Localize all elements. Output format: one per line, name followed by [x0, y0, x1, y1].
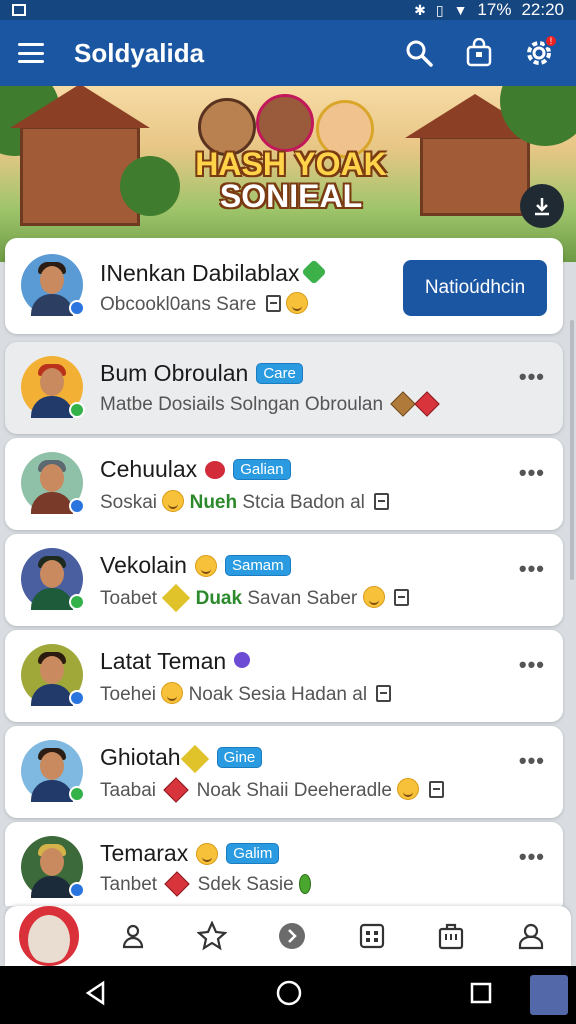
banner-title: HASH YOAK SONIEAL: [195, 146, 387, 214]
more-options-button[interactable]: •••: [519, 652, 545, 678]
home-icon[interactable]: [275, 979, 303, 1012]
status-bar: ✱ ▯ ▼ 17% 22:20: [0, 0, 576, 20]
notification-badge: !: [544, 34, 558, 48]
app-bar: Soldyalida !: [0, 20, 576, 86]
notification-action-button[interactable]: Natioúdhcin: [403, 260, 547, 316]
verified-icon: [301, 259, 328, 285]
verified-badge: [69, 882, 85, 898]
menu-icon[interactable]: [18, 43, 44, 63]
shopping-bag-icon[interactable]: [464, 37, 494, 68]
contact-subtitle: Obcookl0ans Sare: [100, 294, 257, 315]
scrollbar[interactable]: [570, 320, 574, 580]
download-icon: [535, 198, 549, 216]
search-icon[interactable]: [404, 38, 434, 68]
document-icon: [393, 589, 409, 606]
list-item[interactable]: Vekolain Samam Toabet Duak Savan Saber ••…: [5, 534, 563, 626]
verified-badge: [69, 690, 85, 706]
avatar: [21, 548, 85, 610]
smile-emoji-icon: [285, 292, 308, 314]
contact-tag: Galim: [226, 843, 280, 864]
document-icon: [265, 295, 281, 312]
app-title: Soldyalida: [74, 37, 205, 68]
more-options-button[interactable]: •••: [519, 748, 545, 774]
bottom-navigation: [5, 906, 571, 966]
contact-name: Temarax: [100, 840, 189, 866]
system-navigation-bar: [0, 966, 576, 1024]
smile-emoji-icon: [196, 843, 219, 865]
more-options-button[interactable]: •••: [519, 460, 545, 486]
list-item[interactable]: Temarax Galim Tanbet Sdek Sasie •••: [5, 822, 563, 906]
play-icon[interactable]: [275, 919, 309, 953]
contact-tag: Galian: [233, 459, 291, 480]
sparkle-icon: [162, 583, 191, 613]
chat-list[interactable]: INenkan Dabilablax Obcookl0ans Sare Nati…: [0, 238, 576, 906]
battery-level: 17%: [477, 0, 512, 19]
more-options-button[interactable]: •••: [519, 844, 545, 870]
gem-icon: [164, 871, 191, 897]
contact-name: Vekolain: [100, 552, 187, 578]
more-options-button[interactable]: •••: [519, 556, 545, 582]
contact-tag: Gine: [216, 747, 263, 768]
smile-emoji-icon: [362, 586, 385, 608]
promo-banner[interactable]: HASH YOAK SONIEAL: [0, 86, 576, 262]
contact-name: Cehuulax: [100, 456, 198, 482]
character-avatar: [256, 94, 314, 152]
contact-name: INenkan Dabilablax: [100, 260, 300, 286]
contact-name: Bum Obroulan: [100, 360, 249, 386]
featured-contact-card[interactable]: INenkan Dabilablax Obcookl0ans Sare Nati…: [5, 238, 563, 334]
online-status-icon: [69, 402, 85, 418]
sparkle-icon: [180, 744, 209, 774]
verified-badge: [69, 498, 85, 514]
app-thumbnail[interactable]: [530, 975, 568, 1015]
smile-emoji-icon: [397, 778, 420, 800]
contact-name: Ghiotah: [100, 744, 181, 770]
avatar: [21, 740, 85, 802]
people-icon[interactable]: [116, 919, 150, 953]
document-icon: [376, 685, 392, 702]
grid-icon[interactable]: [355, 919, 389, 953]
list-item[interactable]: Bum Obroulan Care Matbe Dosiails Solngan …: [5, 342, 563, 434]
document-icon: [374, 493, 390, 510]
contact-tag: Samam: [224, 555, 291, 576]
wifi-icon: ▼: [453, 2, 468, 18]
recents-icon[interactable]: [469, 981, 493, 1010]
more-options-button[interactable]: •••: [519, 364, 545, 390]
list-item[interactable]: Ghiotah Gine Taabai Noak Shaii Deeheradle…: [5, 726, 563, 818]
bluetooth-icon: ✱: [414, 1, 426, 18]
clock: 22:20: [521, 0, 564, 19]
avatar: [21, 356, 85, 418]
online-status-icon: [69, 594, 85, 610]
star-icon[interactable]: [195, 919, 229, 953]
avatar: [21, 644, 85, 706]
message-preview: Matbe Dosiails Solngan Obroulan: [100, 394, 384, 415]
gem-icon: [414, 391, 441, 417]
person-icon[interactable]: [514, 919, 548, 953]
download-button[interactable]: [520, 184, 564, 228]
profile-avatar[interactable]: [19, 906, 79, 966]
avatar: [21, 254, 85, 316]
contact-name: Latat Teman: [100, 648, 227, 674]
smile-emoji-icon: [194, 555, 217, 577]
contact-tag: Care: [256, 363, 303, 384]
online-status-icon: [69, 786, 85, 802]
list-item[interactable]: Latat Teman Toehei Noak Sesia Hadan al •…: [5, 630, 563, 722]
gear-icon[interactable]: !: [524, 34, 558, 68]
briefcase-icon[interactable]: [434, 919, 468, 953]
verified-badge: [69, 300, 85, 316]
avatar: [21, 452, 85, 514]
leaf-icon: [299, 874, 312, 894]
heart-icon: [205, 461, 226, 479]
avatar: [21, 836, 85, 898]
basket-icon: [390, 391, 417, 417]
notification-icon: [12, 4, 26, 16]
gem-icon: [163, 777, 190, 803]
back-icon[interactable]: [83, 980, 109, 1011]
badge-icon: [234, 652, 251, 668]
vibrate-icon: ▯: [435, 1, 444, 18]
document-icon: [428, 781, 444, 798]
smile-emoji-icon: [161, 682, 184, 704]
list-item[interactable]: Cehuulax Galian Soskai Nueh Stcia Badon a…: [5, 438, 563, 530]
smile-emoji-icon: [162, 490, 185, 512]
